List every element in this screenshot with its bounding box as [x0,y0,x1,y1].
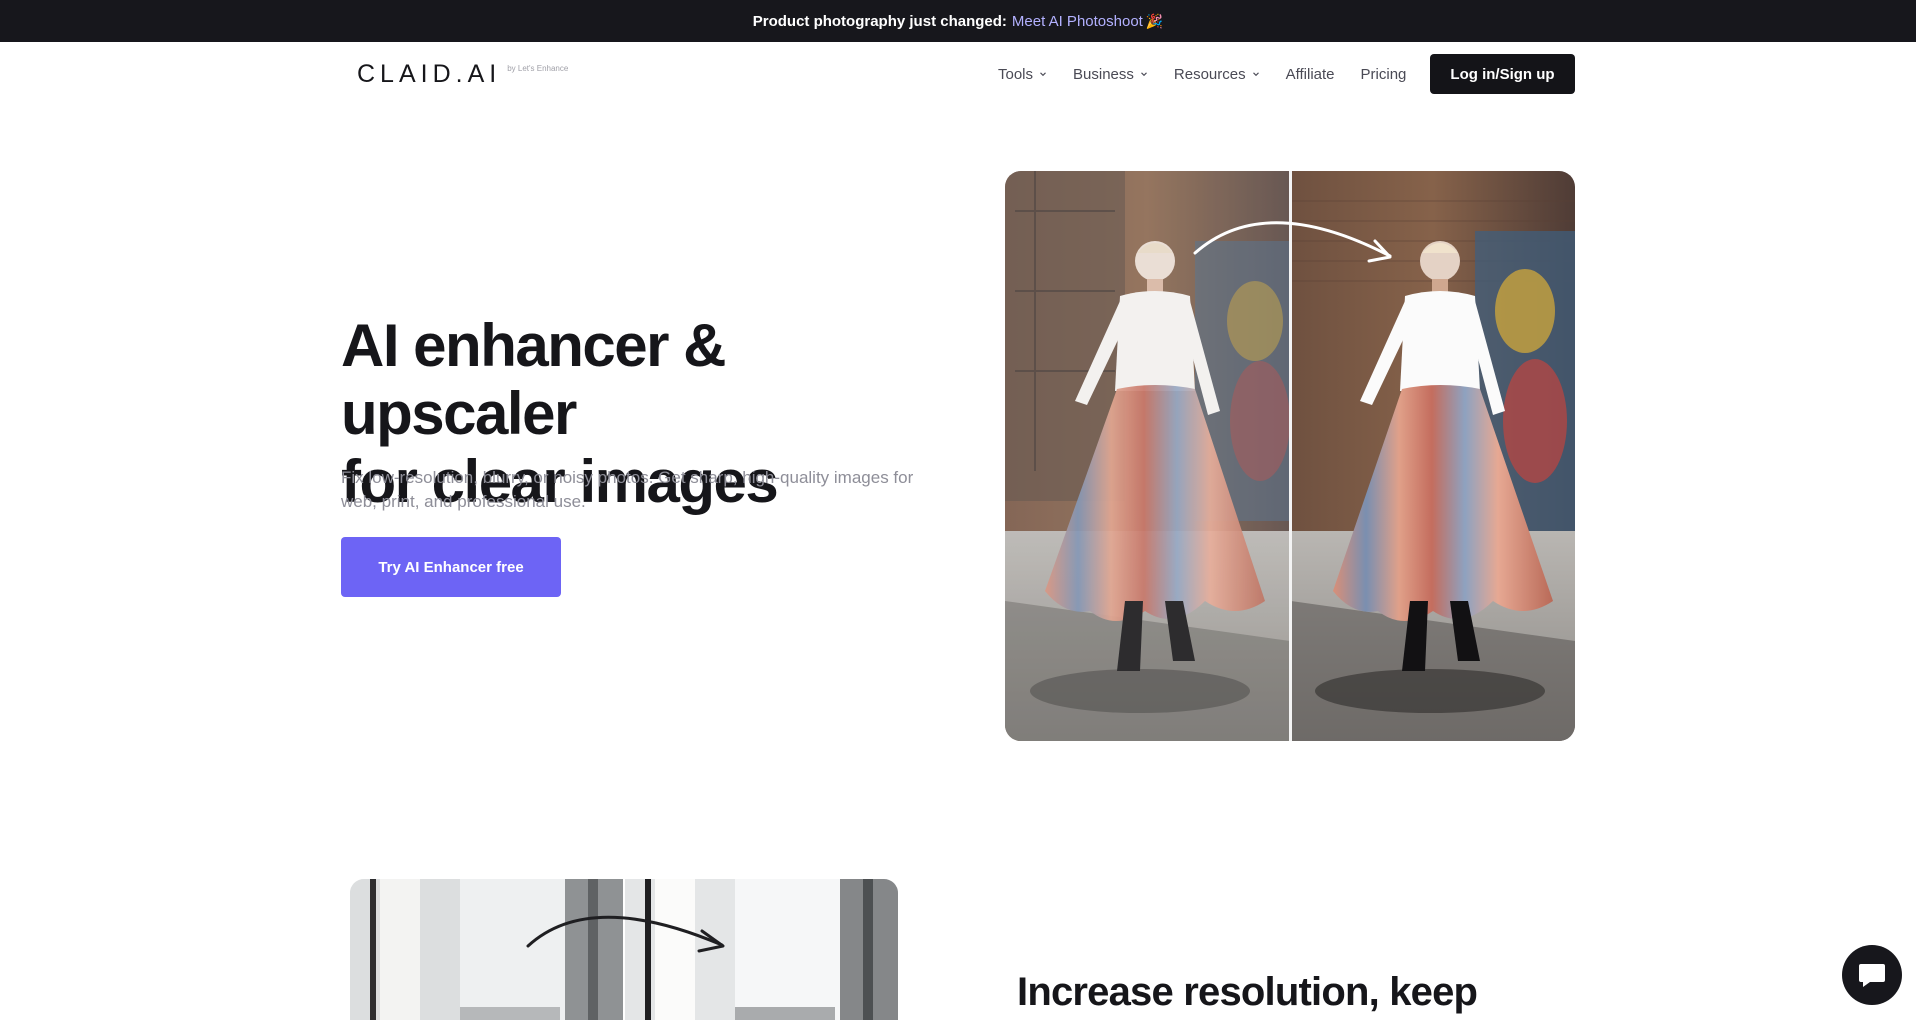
nav-menu: Tools Business Resources Affiliate Prici… [998,54,1432,94]
nav-item-tools[interactable]: Tools [998,66,1047,83]
nav-item-affiliate[interactable]: Affiliate [1286,66,1335,83]
chat-button[interactable] [1842,945,1902,1005]
announcement-link[interactable]: Meet AI Photoshoot [1012,13,1143,30]
nav-item-label: Pricing [1360,65,1407,83]
before-after-interior-photo [350,879,898,1020]
logo-wordmark: CLAID.AI [357,60,502,88]
nav-item-label: Business [1073,65,1134,83]
nav-item-label: Tools [998,65,1034,83]
after-half [625,879,898,1020]
nav-item-business[interactable]: Business [1073,66,1148,83]
top-nav: CLAID.AI by Let's Enhance Tools Business… [0,42,1916,106]
section-title: Increase resolution, keep [1017,970,1478,1014]
nav-item-resources[interactable]: Resources [1174,66,1260,83]
after-half [1291,171,1575,741]
login-signup-button[interactable]: Log in/Sign up [1430,54,1575,94]
announcement-bar: Product photography just changed: Meet A… [0,0,1916,42]
nav-item-label: Affiliate [1285,65,1335,83]
nav-item-pricing[interactable]: Pricing [1361,66,1407,83]
before-half [350,879,623,1020]
hero-subtitle: Fix low-resolution, blurry, or noisy pho… [341,468,914,511]
hero-title-line-1: AI enhancer & upscaler [341,312,726,447]
before-half [1005,171,1290,741]
party-emoji-icon: 🎉 [1145,12,1164,29]
chat-bubble-icon [1859,964,1885,987]
before-after-divider [1289,171,1292,741]
before-after-fashion-photo [1005,171,1575,741]
announcement-text: Product photography just changed: [752,12,1007,30]
nav-item-label: Resources [1173,65,1246,83]
logo[interactable]: CLAID.AI by Let's Enhance [357,60,568,89]
chevron-down-icon [1040,72,1046,77]
chevron-down-icon [1141,72,1147,77]
logo-byline: by Let's Enhance [507,64,569,73]
try-ai-enhancer-button[interactable]: Try AI Enhancer free [341,537,561,597]
chevron-down-icon [1252,72,1259,77]
